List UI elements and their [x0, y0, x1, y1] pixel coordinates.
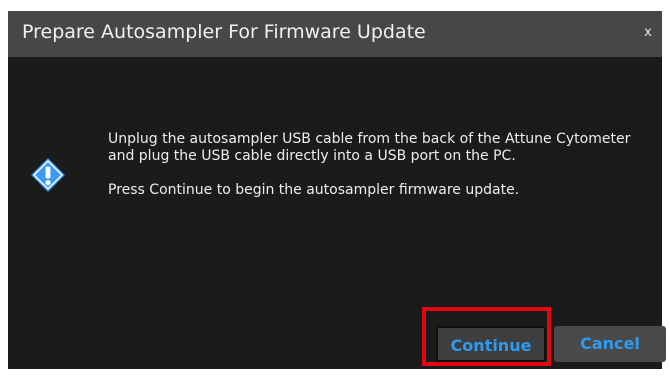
cancel-button[interactable]: Cancel [554, 326, 666, 362]
dialog-message: Unplug the autosampler USB cable from th… [108, 131, 648, 199]
message-instructions: Unplug the autosampler USB cable from th… [108, 131, 631, 164]
firmware-update-dialog: Prepare Autosampler For Firmware Update … [8, 11, 666, 369]
dialog-title: Prepare Autosampler For Firmware Update [22, 21, 426, 43]
close-button[interactable]: x [638, 23, 658, 43]
info-exclamation-icon [31, 158, 65, 192]
dialog-titlebar[interactable]: Prepare Autosampler For Firmware Update … [8, 11, 662, 57]
message-prompt: Press Continue to begin the autosampler … [108, 182, 520, 198]
continue-button[interactable]: Continue [436, 326, 546, 362]
